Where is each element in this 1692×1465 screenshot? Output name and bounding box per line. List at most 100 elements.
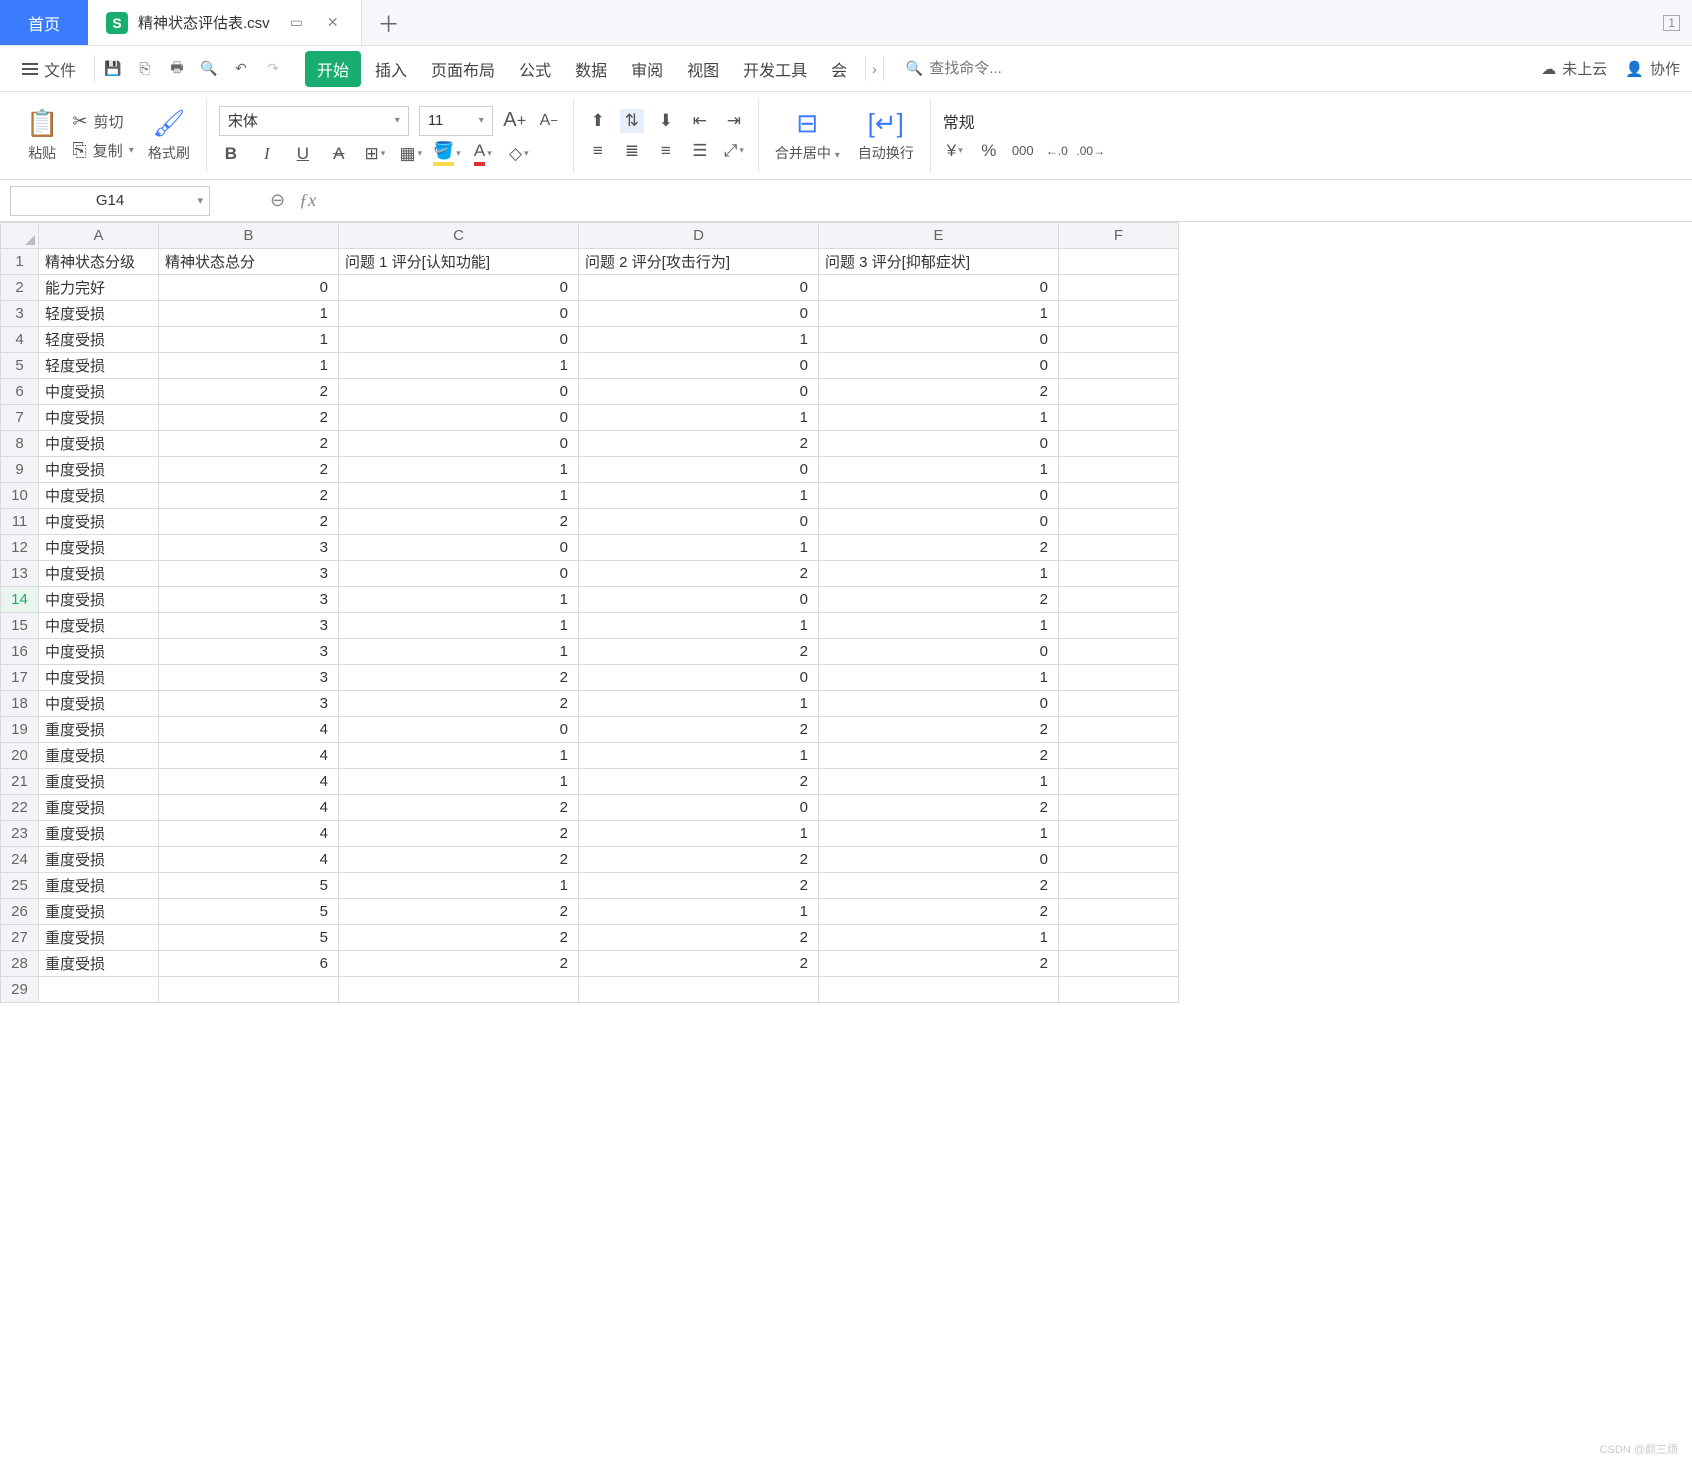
cell[interactable]: 1 [819,561,1059,587]
ribbon-tab-0[interactable]: 开始 [305,51,361,87]
row-header[interactable]: 16 [1,639,39,665]
cell[interactable] [1059,457,1179,483]
row-header[interactable]: 29 [1,977,39,1003]
cell[interactable] [1059,769,1179,795]
align-middle-icon[interactable]: ⇅ [620,109,644,133]
ribbon-tab-6[interactable]: 视图 [677,51,729,87]
decrease-indent-icon[interactable]: ⇤ [688,109,712,133]
cell[interactable]: 中度受损 [39,639,159,665]
cell[interactable]: 能力完好 [39,275,159,301]
border-icon[interactable]: ⊞ [363,142,387,166]
cell[interactable]: 2 [339,821,579,847]
cell[interactable]: 2 [159,509,339,535]
cell[interactable]: 重度受损 [39,795,159,821]
cell[interactable]: 2 [579,873,819,899]
cell[interactable]: 4 [159,769,339,795]
new-tab-button[interactable]: ＋ [362,0,416,45]
cell[interactable] [1059,795,1179,821]
cell[interactable] [819,977,1059,1003]
cell[interactable]: 2 [159,379,339,405]
cell[interactable]: 2 [159,405,339,431]
cell[interactable]: 1 [339,613,579,639]
row-header[interactable]: 20 [1,743,39,769]
cell[interactable]: 1 [819,665,1059,691]
cell[interactable]: 1 [579,327,819,353]
cell[interactable]: 中度受损 [39,587,159,613]
cell[interactable]: 中度受损 [39,509,159,535]
cell[interactable] [1059,561,1179,587]
row-header[interactable]: 7 [1,405,39,431]
cell[interactable]: 3 [159,613,339,639]
column-header-A[interactable]: A [39,223,159,249]
decrease-decimal-icon[interactable]: ←.0 [1045,139,1069,163]
cell[interactable]: 0 [579,301,819,327]
ribbon-tab-4[interactable]: 数据 [565,51,617,87]
row-header[interactable]: 14 [1,587,39,613]
row-header[interactable]: 26 [1,899,39,925]
cell[interactable]: 1 [579,821,819,847]
cell[interactable]: 1 [819,301,1059,327]
increase-decimal-icon[interactable]: .00→ [1079,139,1103,163]
row-header[interactable]: 27 [1,925,39,951]
copy-button[interactable]: ⎘复制▾ [72,140,133,161]
cell[interactable] [1059,535,1179,561]
justify-icon[interactable]: ☰ [688,139,712,163]
cell[interactable]: 0 [819,275,1059,301]
row-header[interactable]: 28 [1,951,39,977]
ribbon-tab-7[interactable]: 开发工具 [733,51,817,87]
cell[interactable]: 轻度受损 [39,327,159,353]
cloud-status-button[interactable]: ☁ 未上云 [1541,58,1607,79]
cell[interactable]: 5 [159,873,339,899]
cell[interactable] [1059,665,1179,691]
cell[interactable]: 轻度受损 [39,353,159,379]
cell[interactable]: 4 [159,821,339,847]
cell[interactable]: 2 [579,639,819,665]
cell[interactable]: 中度受损 [39,405,159,431]
cell[interactable]: 重度受损 [39,899,159,925]
cell[interactable] [1059,379,1179,405]
cell[interactable]: 2 [339,847,579,873]
cell[interactable]: 0 [579,353,819,379]
cell[interactable] [1059,977,1179,1003]
row-header[interactable]: 12 [1,535,39,561]
row-header[interactable]: 6 [1,379,39,405]
present-icon[interactable]: ▭ [286,10,307,35]
row-header[interactable]: 1 [1,249,39,275]
cell[interactable]: 4 [159,847,339,873]
cell[interactable]: 1 [579,405,819,431]
cell[interactable]: 2 [819,379,1059,405]
cell[interactable]: 1 [579,691,819,717]
name-box-dropdown-icon[interactable]: ▾ [197,194,203,207]
cell[interactable] [1059,613,1179,639]
cell[interactable]: 0 [339,379,579,405]
cell[interactable]: 1 [339,483,579,509]
cell[interactable] [579,977,819,1003]
cell[interactable]: 2 [579,951,819,977]
cell[interactable]: 6 [159,951,339,977]
cell[interactable]: 中度受损 [39,431,159,457]
cell[interactable]: 1 [819,769,1059,795]
underline-icon[interactable]: U [291,142,315,166]
align-center-icon[interactable]: ≣ [620,139,644,163]
cell[interactable]: 重度受损 [39,847,159,873]
cell[interactable]: 4 [159,717,339,743]
row-header[interactable]: 21 [1,769,39,795]
number-format-select[interactable]: 常规 [943,109,975,133]
cell[interactable]: 3 [159,561,339,587]
cell[interactable]: 2 [579,847,819,873]
cell[interactable]: 1 [339,587,579,613]
cell[interactable]: 0 [579,275,819,301]
cell[interactable]: 2 [339,665,579,691]
row-header[interactable]: 15 [1,613,39,639]
cell[interactable]: 0 [159,275,339,301]
cell[interactable] [1059,249,1179,275]
cell[interactable]: 0 [819,691,1059,717]
row-header[interactable]: 10 [1,483,39,509]
cell[interactable]: 0 [819,353,1059,379]
cell[interactable]: 3 [159,587,339,613]
cell[interactable] [1059,353,1179,379]
cell[interactable]: 0 [579,509,819,535]
cell[interactable]: 问题 2 评分[攻击行为] [579,249,819,275]
cell[interactable]: 2 [339,899,579,925]
cell[interactable]: 1 [579,899,819,925]
